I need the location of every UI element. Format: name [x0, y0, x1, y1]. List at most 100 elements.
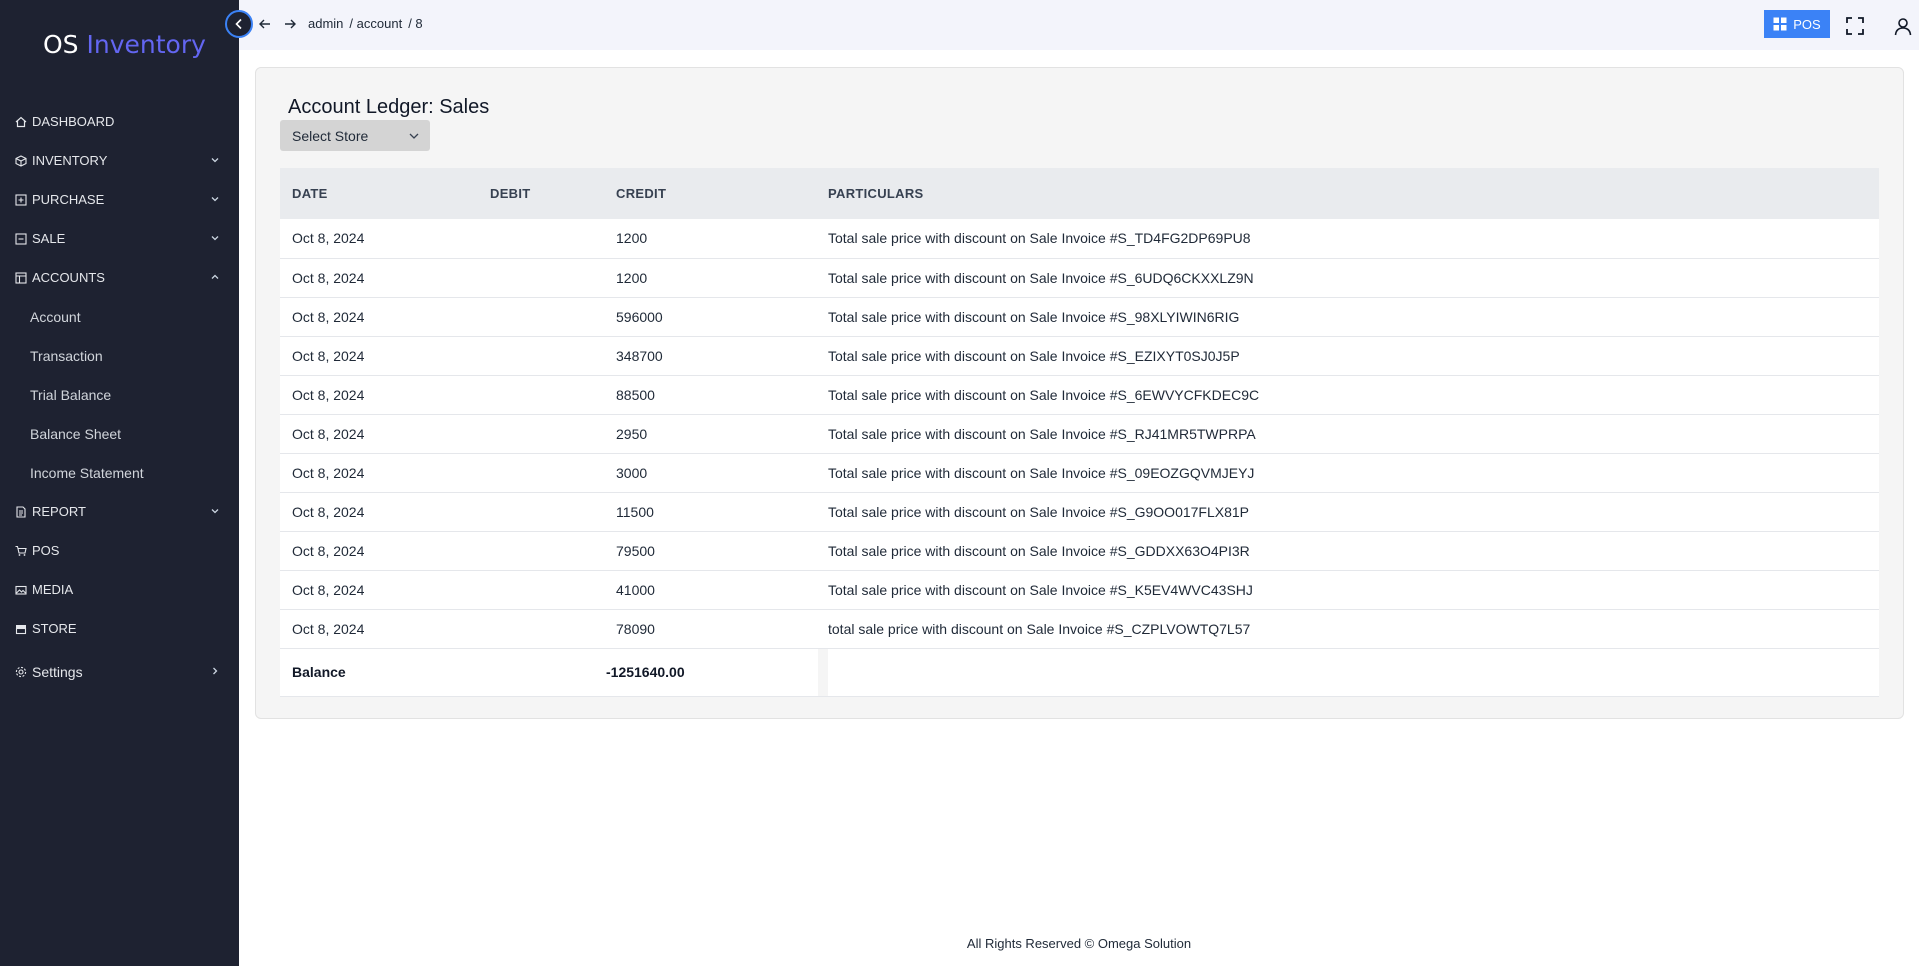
logo-prefix: OS	[43, 30, 79, 59]
table-row: Oct 8, 2024 596000 Total sale price with…	[280, 297, 1879, 336]
sidebar-subitem-account[interactable]: Account	[0, 297, 239, 336]
sidebar-item-label: DASHBOARD	[32, 114, 115, 129]
cell-credit: 79500	[616, 542, 655, 559]
column-header-credit: CREDIT	[616, 186, 667, 201]
cell-debit	[490, 258, 616, 297]
balance-debit-cell	[490, 648, 616, 696]
sidebar-subitem-income-statement[interactable]: Income Statement	[0, 453, 239, 492]
sidebar-item-label: MEDIA	[32, 582, 74, 597]
sidebar-collapse-button[interactable]	[225, 10, 253, 38]
user-icon[interactable]	[1893, 16, 1913, 36]
chevron-down-icon	[211, 236, 219, 241]
sidebar-item-label: INVENTORY	[32, 153, 108, 168]
column-header-debit: DEBIT	[490, 186, 531, 201]
cell-credit: 78090	[616, 620, 655, 637]
fullscreen-icon[interactable]	[1845, 16, 1865, 36]
cell-particulars: Total sale price with discount on Sale I…	[828, 503, 1250, 520]
home-icon	[15, 116, 27, 128]
cell-debit	[490, 336, 616, 375]
store-icon	[15, 623, 27, 635]
cell-debit	[490, 375, 616, 414]
logo-accent: Inventory	[86, 30, 206, 59]
page-footer: All Rights Reserved © Omega Solution	[966, 936, 1192, 951]
cell-particulars: Total sale price with discount on Sale I…	[828, 308, 1240, 325]
breadcrumb-item[interactable]: / account	[349, 16, 402, 31]
cell-particulars: Total sale price with discount on Sale I…	[828, 230, 1251, 247]
cell-date: Oct 8, 2024	[292, 230, 365, 247]
balance-value: -1251640.00	[606, 664, 685, 680]
sidebar-item-report[interactable]: REPORT	[0, 492, 239, 531]
store-select[interactable]: Select Store	[280, 120, 430, 151]
cell-particulars: Total sale price with discount on Sale I…	[828, 581, 1253, 598]
cell-credit: 1200	[616, 269, 648, 286]
cell-particulars: Total sale price with discount on Sale I…	[828, 386, 1260, 403]
table-header-row: DATE DEBIT CREDIT PARTICULARS	[280, 168, 1879, 219]
sidebar-item-store[interactable]: STORE	[0, 609, 239, 648]
cell-debit	[490, 297, 616, 336]
sidebar-subitem-balance-sheet[interactable]: Balance Sheet	[0, 414, 239, 453]
sidebar-item-sale[interactable]: SALE	[0, 219, 239, 258]
sidebar-item-accounts[interactable]: ACCOUNTS	[0, 258, 239, 297]
chevron-left-icon	[235, 18, 242, 30]
table-row: Oct 8, 2024 348700 Total sale price with…	[280, 336, 1879, 375]
box-icon	[15, 154, 27, 167]
sidebar-item-dashboard[interactable]: DASHBOARD	[0, 102, 239, 141]
ledger-icon	[15, 271, 27, 284]
cell-date: Oct 8, 2024	[292, 620, 365, 637]
sidebar-item-label: PURCHASE	[32, 192, 105, 207]
sidebar-item-inventory[interactable]: INVENTORY	[0, 141, 239, 180]
cell-credit: 11500	[616, 503, 654, 520]
sidebar-item-pos[interactable]: POS	[0, 531, 239, 570]
cell-date: Oct 8, 2024	[292, 581, 365, 598]
cell-date: Oct 8, 2024	[292, 386, 365, 403]
pos-button[interactable]: POS	[1764, 10, 1830, 38]
gear-icon	[15, 666, 27, 678]
cell-credit: 2950	[616, 425, 648, 442]
report-icon	[15, 505, 27, 518]
grid-icon	[1773, 17, 1787, 31]
table-row: Oct 8, 2024 88500 Total sale price with …	[280, 375, 1879, 414]
sidebar-item-label: REPORT	[32, 504, 86, 519]
balance-row: Balance -1251640.00	[280, 648, 1879, 696]
sidebar-item-label: STORE	[32, 621, 77, 636]
table-row: Oct 8, 2024 78090 total sale price with …	[280, 609, 1879, 648]
forward-arrow-icon[interactable]	[283, 17, 297, 31]
cell-particulars: Total sale price with discount on Sale I…	[828, 464, 1255, 481]
chevron-down-icon	[409, 133, 419, 139]
table-row: Oct 8, 2024 1200 Total sale price with d…	[280, 219, 1879, 258]
store-select-value: Select Store	[292, 127, 369, 144]
pos-button-label: POS	[1793, 16, 1821, 32]
back-arrow-icon[interactable]	[258, 17, 272, 31]
cell-date: Oct 8, 2024	[292, 503, 365, 520]
sidebar-item-purchase[interactable]: PURCHASE	[0, 180, 239, 219]
cell-particulars: total sale price with discount on Sale I…	[828, 620, 1251, 637]
sidebar-item-media[interactable]: MEDIA	[0, 570, 239, 609]
cell-credit: 3000	[616, 464, 648, 481]
cell-debit	[490, 531, 616, 570]
cell-date: Oct 8, 2024	[292, 464, 365, 481]
column-header-particulars: PARTICULARS	[828, 186, 924, 201]
media-icon	[15, 584, 27, 596]
chevron-up-icon	[211, 274, 219, 279]
cart-icon	[15, 545, 27, 557]
sidebar-item-settings[interactable]: Settings	[0, 652, 239, 691]
balance-label: Balance	[292, 664, 346, 680]
app-logo[interactable]: OS Inventory	[43, 30, 206, 59]
ledger-table: DATE DEBIT CREDIT PARTICULARS Oct 8, 202…	[280, 168, 1879, 697]
cell-credit: 348700	[616, 347, 663, 364]
minus-square-icon	[15, 232, 27, 245]
sidebar-subitem-transaction[interactable]: Transaction	[0, 336, 239, 375]
cell-date: Oct 8, 2024	[292, 347, 365, 364]
sidebar-subitem-trial-balance[interactable]: Trial Balance	[0, 375, 239, 414]
cell-debit	[490, 570, 616, 609]
plus-square-icon	[15, 193, 27, 206]
breadcrumb-item[interactable]: admin	[308, 16, 343, 31]
cell-credit: 41000	[616, 581, 655, 598]
table-row: Oct 8, 2024 79500 Total sale price with …	[280, 531, 1879, 570]
cell-credit: 1200	[616, 230, 648, 247]
table-row: Oct 8, 2024 1200 Total sale price with d…	[280, 258, 1879, 297]
cell-particulars: Total sale price with discount on Sale I…	[828, 347, 1240, 364]
cell-date: Oct 8, 2024	[292, 308, 365, 325]
cell-debit	[490, 453, 616, 492]
cell-particulars: Total sale price with discount on Sale I…	[828, 425, 1256, 442]
